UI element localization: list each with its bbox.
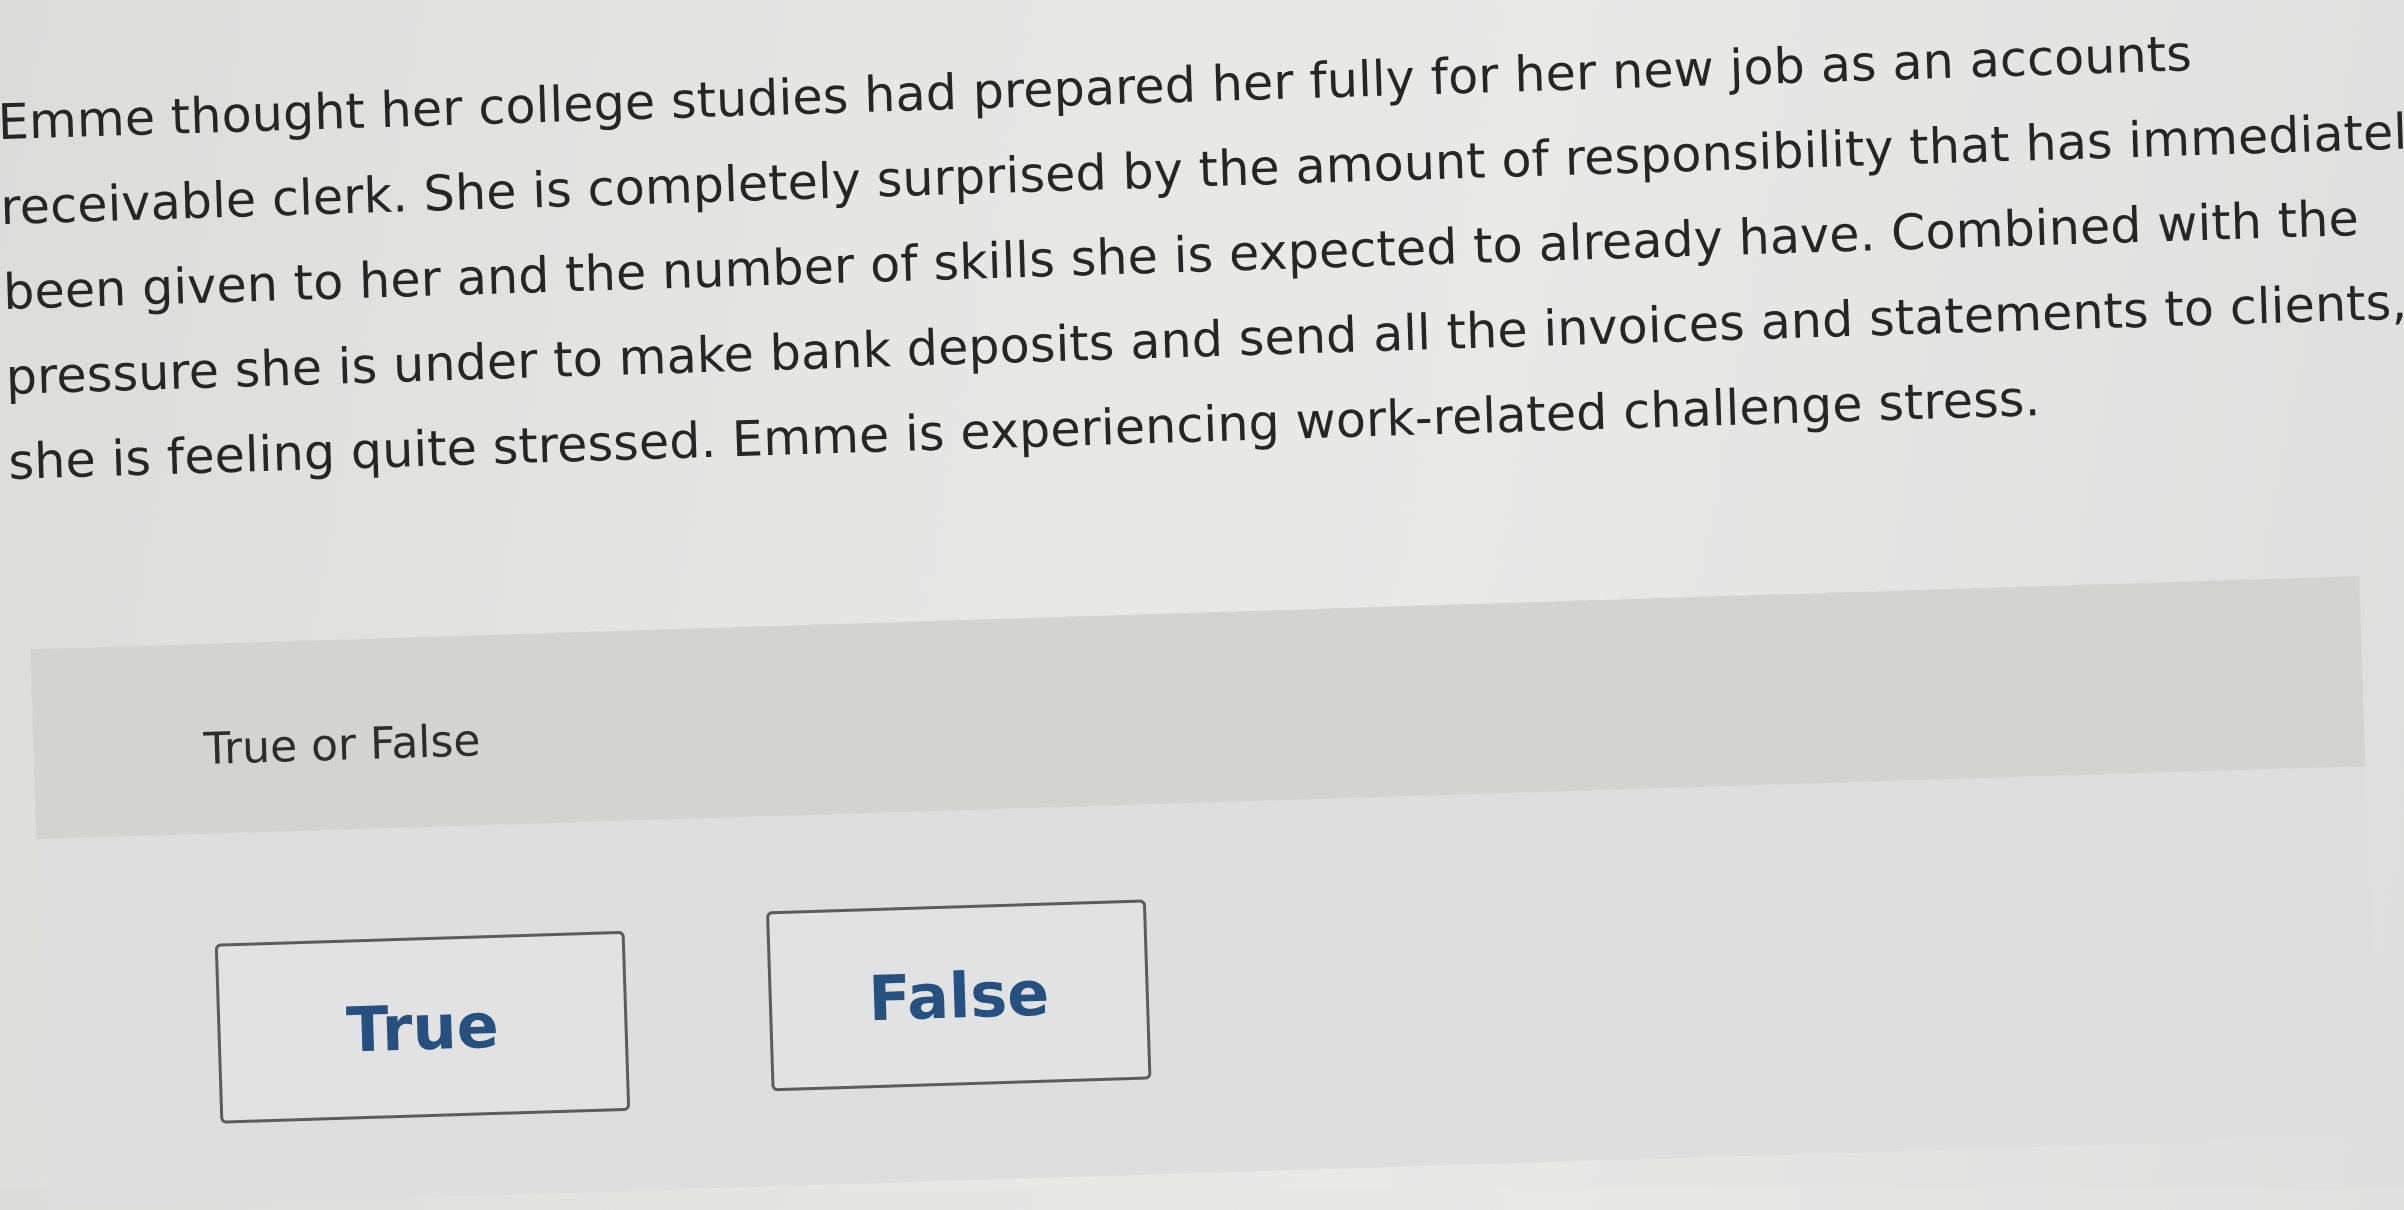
question-screen: Emme thought her college studies had pre… [0,0,2404,1210]
answer-options: True False [36,766,2377,1210]
false-button[interactable]: False [766,899,1152,1092]
true-button[interactable]: True [214,930,631,1124]
question-type-label: True or False [202,715,482,775]
question-passage: Emme thought her college studies had pre… [0,8,2404,505]
answer-panel: True or False True False [30,576,2377,1210]
